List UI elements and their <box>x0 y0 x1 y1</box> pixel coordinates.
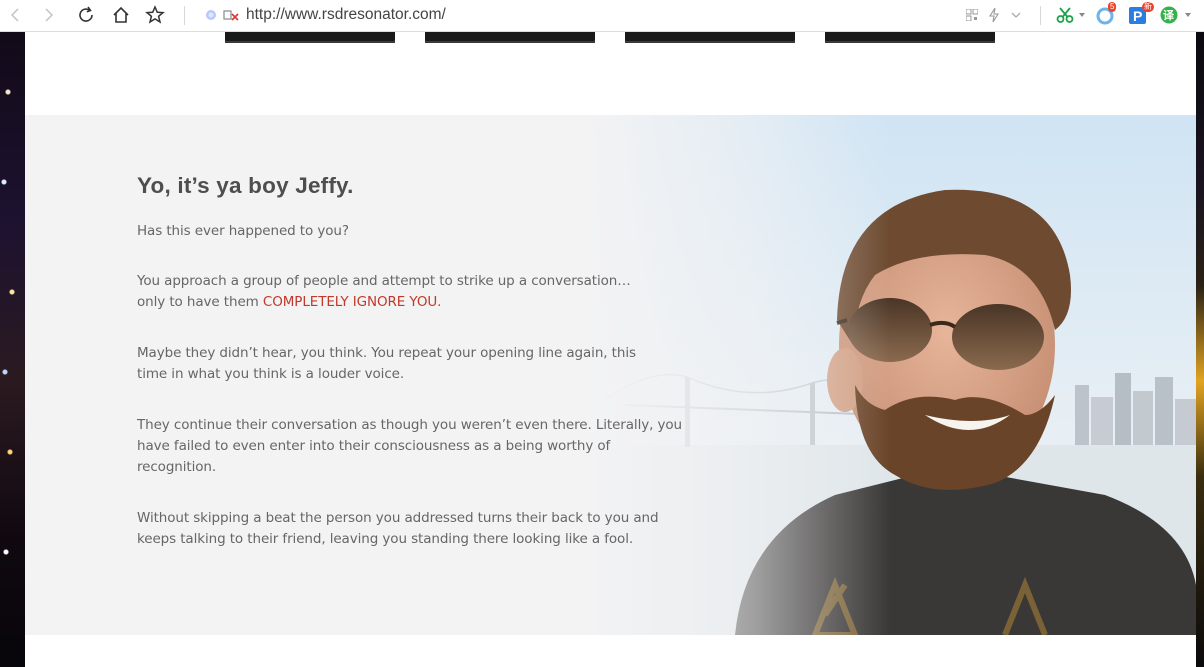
lightning-mode-icon[interactable] <box>986 4 1002 26</box>
article-text: Yo, it’s ya boy Jeffy. Has this ever hap… <box>137 173 697 580</box>
chevron-down-icon[interactable] <box>1183 4 1193 26</box>
video-thumbnail[interactable] <box>825 32 995 43</box>
page-content: Yo, it’s ya boy Jeffy. Has this ever hap… <box>25 32 1196 667</box>
reload-icon[interactable] <box>75 4 97 26</box>
chevron-down-icon[interactable] <box>1010 4 1022 26</box>
article-heading: Yo, it’s ya boy Jeffy. <box>137 173 354 198</box>
translate-label: 译 <box>1163 10 1174 22</box>
toolbar-divider <box>1040 6 1041 25</box>
video-thumbnail[interactable] <box>625 32 795 43</box>
parking-extension-icon[interactable]: P 新 <box>1127 2 1154 26</box>
paragraph: You approach a group of people and attem… <box>137 271 697 313</box>
new-badge: 新 <box>1142 2 1154 12</box>
paragraph: Without skipping a beat the person you a… <box>137 510 659 547</box>
home-icon[interactable] <box>110 4 132 26</box>
paragraph-text: You approach a group of people and attem… <box>137 273 631 289</box>
scissors-icon[interactable] <box>1055 4 1075 26</box>
qr-code-icon[interactable] <box>964 4 980 26</box>
emphasis-text: COMPLETELY IGNORE YOU. <box>262 294 442 310</box>
paragraph-text: only to have them <box>137 294 263 310</box>
bookmark-star-icon[interactable] <box>144 4 166 26</box>
toolbar-divider <box>184 6 185 25</box>
insecure-connection-icon[interactable] <box>222 4 240 26</box>
paragraph: They continue their conversation as thou… <box>137 417 682 475</box>
address-bar[interactable]: http://www.rsdresonator.com/ <box>246 6 446 24</box>
chevron-down-icon[interactable] <box>1077 4 1087 26</box>
video-thumbnail[interactable] <box>225 32 395 43</box>
paragraph: Maybe they didn’t hear, you think. You r… <box>137 345 636 382</box>
translate-icon[interactable]: 译 <box>1158 4 1180 26</box>
extension-ring-icon[interactable]: 5 <box>1094 2 1117 26</box>
site-info-icon[interactable] <box>204 4 218 26</box>
paragraph: Has this ever happened to you? <box>137 223 349 239</box>
background-edge-left <box>0 32 25 667</box>
svg-text:P: P <box>1133 8 1142 24</box>
back-icon[interactable] <box>6 4 24 26</box>
forward-icon[interactable] <box>40 4 58 26</box>
notification-badge: 5 <box>1108 2 1117 12</box>
browser-toolbar: http://www.rsdresonator.com/ 5 P 新 译 <box>0 0 1204 32</box>
intro-section: Yo, it’s ya boy Jeffy. Has this ever hap… <box>25 115 1196 635</box>
video-thumbnail[interactable] <box>425 32 595 43</box>
background-edge-right <box>1196 32 1204 667</box>
